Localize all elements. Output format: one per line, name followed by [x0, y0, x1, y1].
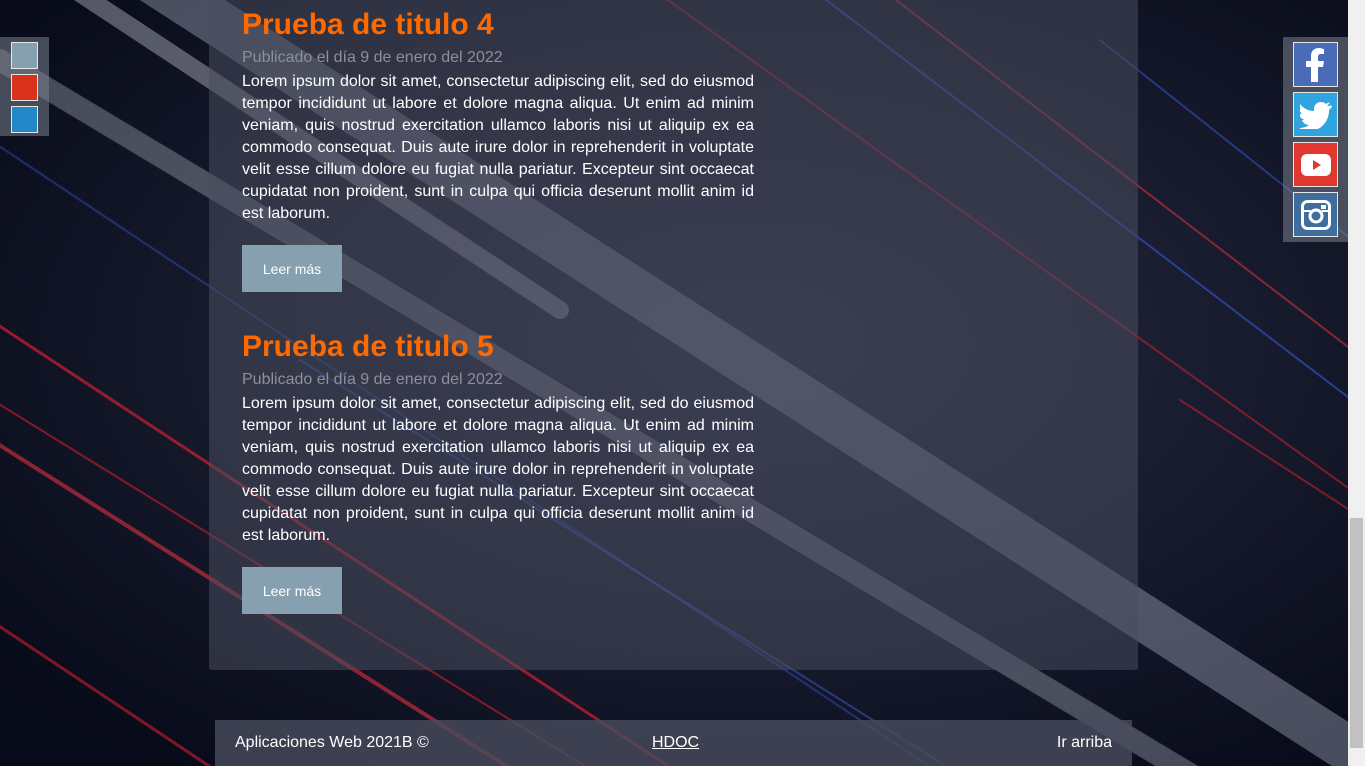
- post-body: Lorem ipsum dolor sit amet, consectetur …: [242, 395, 754, 544]
- youtube-link[interactable]: [1293, 142, 1338, 187]
- footer: Aplicaciones Web 2021B © HDOC Ir arriba: [215, 720, 1132, 766]
- facebook-icon: [1305, 47, 1324, 82]
- theme-swatch-gray-blue[interactable]: [11, 42, 38, 69]
- social-bar: [1283, 37, 1348, 242]
- post-title: Prueba de titulo 4: [242, 8, 494, 41]
- footer-hdoc-link[interactable]: HDOC: [652, 734, 699, 752]
- page-scrollbar[interactable]: [1348, 0, 1365, 766]
- post-title: Prueba de titulo 5: [242, 330, 494, 363]
- twitter-link[interactable]: [1293, 92, 1338, 137]
- theme-swatch-red[interactable]: [11, 74, 38, 101]
- read-more-button[interactable]: Leer más: [242, 567, 342, 614]
- theme-swatch-blue[interactable]: [11, 106, 38, 133]
- post-body: Lorem ipsum dolor sit amet, consectetur …: [242, 73, 754, 222]
- footer-copyright: Aplicaciones Web 2021B ©: [235, 734, 429, 751]
- read-more-button[interactable]: Leer más: [242, 245, 342, 292]
- instagram-icon: [1300, 199, 1331, 230]
- instagram-link[interactable]: [1293, 192, 1338, 237]
- theme-switcher: [0, 37, 49, 136]
- twitter-icon: [1299, 101, 1332, 129]
- post-card: Prueba de titulo 5 Publicado el día 9 de…: [242, 330, 754, 614]
- post-date: Publicado el día 9 de enero del 2022: [242, 371, 503, 388]
- back-to-top-link[interactable]: Ir arriba: [1057, 734, 1112, 752]
- facebook-link[interactable]: [1293, 42, 1338, 87]
- post-date: Publicado el día 9 de enero del 2022: [242, 49, 503, 66]
- youtube-icon: [1300, 153, 1331, 176]
- post-card: Prueba de titulo 4 Publicado el día 9 de…: [242, 8, 754, 292]
- scrollbar-thumb[interactable]: [1350, 518, 1363, 748]
